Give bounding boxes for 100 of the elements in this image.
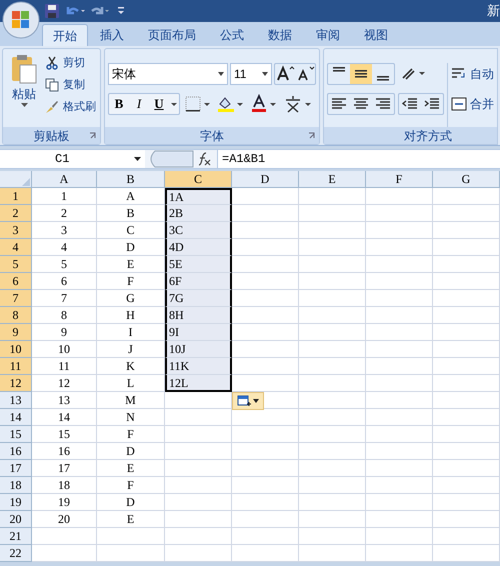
row-header[interactable]: 6 bbox=[0, 273, 32, 290]
ribbon-tab[interactable]: 插入 bbox=[88, 24, 136, 46]
table-cell[interactable] bbox=[299, 358, 366, 375]
table-cell[interactable]: 8H bbox=[165, 307, 232, 324]
border-icon[interactable] bbox=[183, 94, 213, 114]
row-header[interactable]: 18 bbox=[0, 477, 32, 494]
row-header[interactable]: 11 bbox=[0, 358, 32, 375]
table-cell[interactable] bbox=[366, 324, 433, 341]
table-cell[interactable] bbox=[299, 460, 366, 477]
table-cell[interactable]: 10J bbox=[165, 341, 232, 358]
table-cell[interactable] bbox=[433, 528, 500, 545]
table-cell[interactable]: 11 bbox=[32, 358, 97, 375]
table-cell[interactable]: 20 bbox=[32, 511, 97, 528]
table-cell[interactable]: E bbox=[97, 511, 165, 528]
table-cell[interactable]: 12 bbox=[32, 375, 97, 392]
dropdown-icon[interactable] bbox=[116, 5, 126, 17]
table-cell[interactable]: 5E bbox=[165, 256, 232, 273]
row-header[interactable]: 7 bbox=[0, 290, 32, 307]
copy-button[interactable]: 复制 bbox=[45, 75, 96, 95]
column-header[interactable]: D bbox=[232, 171, 299, 187]
table-cell[interactable] bbox=[366, 460, 433, 477]
table-cell[interactable] bbox=[433, 494, 500, 511]
table-cell[interactable]: 10 bbox=[32, 341, 97, 358]
row-header[interactable]: 17 bbox=[0, 460, 32, 477]
table-cell[interactable] bbox=[433, 375, 500, 392]
table-cell[interactable] bbox=[232, 358, 299, 375]
underline-button[interactable]: U bbox=[149, 94, 169, 114]
table-cell[interactable] bbox=[433, 477, 500, 494]
table-cell[interactable] bbox=[433, 545, 500, 562]
table-cell[interactable] bbox=[366, 205, 433, 222]
table-cell[interactable] bbox=[433, 222, 500, 239]
table-cell[interactable] bbox=[165, 545, 232, 562]
table-cell[interactable] bbox=[433, 511, 500, 528]
row-header[interactable]: 3 bbox=[0, 222, 32, 239]
table-cell[interactable] bbox=[165, 528, 232, 545]
dialog-launcher-icon[interactable] bbox=[89, 132, 97, 140]
table-cell[interactable]: D bbox=[97, 443, 165, 460]
table-cell[interactable] bbox=[366, 307, 433, 324]
formula-field[interactable]: =A1&B1 bbox=[217, 150, 500, 168]
table-cell[interactable]: 19 bbox=[32, 494, 97, 511]
table-cell[interactable]: 8 bbox=[32, 307, 97, 324]
table-cell[interactable]: 11K bbox=[165, 358, 232, 375]
table-cell[interactable] bbox=[366, 358, 433, 375]
table-cell[interactable] bbox=[299, 511, 366, 528]
table-cell[interactable]: D bbox=[97, 494, 165, 511]
row-header[interactable]: 13 bbox=[0, 392, 32, 409]
table-cell[interactable] bbox=[433, 324, 500, 341]
table-cell[interactable] bbox=[366, 188, 433, 205]
table-cell[interactable] bbox=[232, 239, 299, 256]
paste-options-menu[interactable] bbox=[232, 392, 264, 410]
table-cell[interactable] bbox=[232, 494, 299, 511]
table-cell[interactable] bbox=[299, 273, 366, 290]
table-cell[interactable] bbox=[165, 443, 232, 460]
table-cell[interactable] bbox=[165, 460, 232, 477]
vertical-align-button[interactable] bbox=[350, 64, 372, 84]
merge-center-button[interactable]: 合并 bbox=[451, 93, 494, 115]
table-cell[interactable] bbox=[165, 511, 232, 528]
table-cell[interactable] bbox=[433, 307, 500, 324]
row-header[interactable]: 1 bbox=[0, 188, 32, 205]
table-cell[interactable] bbox=[299, 409, 366, 426]
table-cell[interactable]: 3C bbox=[165, 222, 232, 239]
table-cell[interactable] bbox=[232, 545, 299, 562]
cut-button[interactable]: 剪切 bbox=[45, 53, 96, 73]
table-cell[interactable] bbox=[232, 290, 299, 307]
table-cell[interactable]: 7 bbox=[32, 290, 97, 307]
table-cell[interactable]: 18 bbox=[32, 477, 97, 494]
format-painter-button[interactable]: 格式刷 bbox=[45, 97, 96, 117]
row-header[interactable]: 4 bbox=[0, 239, 32, 256]
ribbon-tab[interactable]: 页面布局 bbox=[136, 24, 208, 46]
table-cell[interactable] bbox=[366, 222, 433, 239]
table-cell[interactable]: 1 bbox=[32, 188, 97, 205]
ribbon-tab[interactable]: 数据 bbox=[256, 24, 304, 46]
table-cell[interactable]: 6 bbox=[32, 273, 97, 290]
table-cell[interactable] bbox=[232, 341, 299, 358]
table-cell[interactable] bbox=[32, 545, 97, 562]
paste-button[interactable]: 粘贴 bbox=[7, 53, 41, 127]
row-header[interactable]: 21 bbox=[0, 528, 32, 545]
table-cell[interactable] bbox=[366, 273, 433, 290]
table-cell[interactable]: E bbox=[97, 460, 165, 477]
table-cell[interactable]: M bbox=[97, 392, 165, 409]
table-cell[interactable] bbox=[299, 290, 366, 307]
table-cell[interactable]: 17 bbox=[32, 460, 97, 477]
table-cell[interactable]: 6F bbox=[165, 273, 232, 290]
table-cell[interactable]: 5 bbox=[32, 256, 97, 273]
name-box[interactable]: C1 bbox=[0, 150, 145, 168]
table-cell[interactable] bbox=[232, 426, 299, 443]
font-name-field[interactable]: 宋体 bbox=[108, 63, 228, 85]
table-cell[interactable] bbox=[366, 392, 433, 409]
table-cell[interactable] bbox=[232, 205, 299, 222]
table-cell[interactable] bbox=[299, 545, 366, 562]
table-cell[interactable] bbox=[299, 494, 366, 511]
font-size-field[interactable]: 11 bbox=[230, 63, 272, 85]
table-cell[interactable] bbox=[232, 443, 299, 460]
table-cell[interactable] bbox=[366, 494, 433, 511]
table-cell[interactable] bbox=[433, 392, 500, 409]
table-cell[interactable] bbox=[299, 324, 366, 341]
row-header[interactable]: 19 bbox=[0, 494, 32, 511]
table-cell[interactable]: 7G bbox=[165, 290, 232, 307]
table-cell[interactable]: 16 bbox=[32, 443, 97, 460]
table-cell[interactable] bbox=[366, 477, 433, 494]
